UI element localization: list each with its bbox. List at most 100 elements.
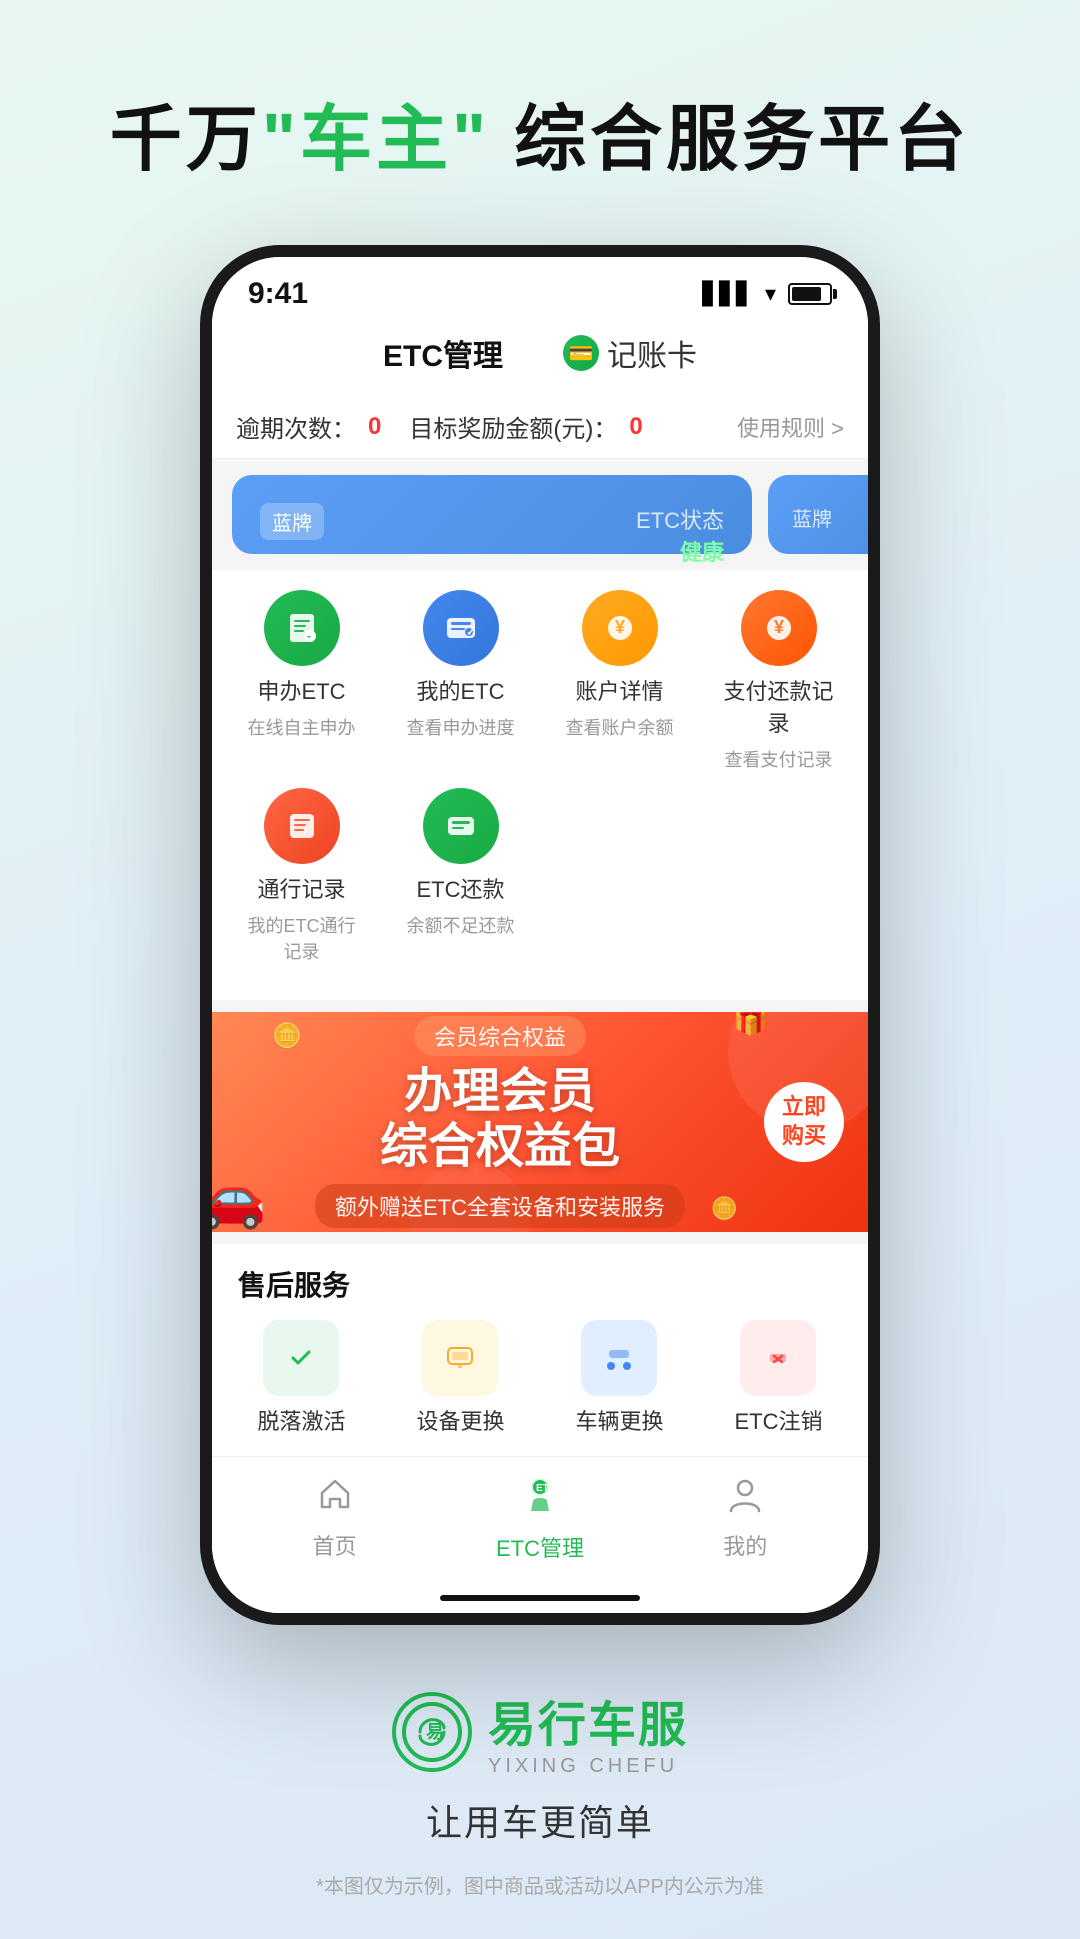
- card-status-label: ETC状态: [636, 503, 724, 535]
- apply-etc-icon: -: [264, 590, 340, 666]
- activation-label: 脱落激活: [257, 1404, 345, 1436]
- reward-amount: 0: [629, 413, 642, 441]
- service-row-1: - 申办ETC 在线自主申办: [222, 590, 858, 772]
- service-traffic-records[interactable]: 通行记录 我的ETC通行记录: [242, 788, 362, 964]
- service-name-my-etc: 我的ETC: [416, 674, 504, 706]
- home-indicator: [212, 1587, 868, 1613]
- brand-name-block: 易行车服 YIXING CHEFU: [488, 1685, 688, 1778]
- status-icons: ▋▋▋ ▾: [702, 281, 832, 307]
- brand-name-cn: 易行车服: [488, 1685, 688, 1755]
- cancellation-icon: [740, 1320, 816, 1396]
- aftersale-activation[interactable]: 脱落激活: [257, 1320, 345, 1436]
- banner-inner: 会员综合权益 办理会员 综合权益包 额外赠送ETC全套设备和安装服务 立即购买 …: [212, 1012, 868, 1232]
- svg-text:易: 易: [426, 1722, 444, 1742]
- nav-etc-mgmt[interactable]: ETC ETC管理: [480, 1473, 600, 1563]
- service-my-etc[interactable]: ✓ 我的ETC 查看申办进度: [401, 590, 521, 772]
- banner-title: 办理会员 综合权益包: [236, 1064, 764, 1174]
- device-replace-label: 设备更换: [416, 1404, 504, 1436]
- service-account-detail[interactable]: ¥ 账户详情 查看账户余额: [560, 590, 680, 772]
- aftersale-cancellation[interactable]: ETC注销: [734, 1320, 822, 1436]
- reward-label: 目标奖励金额(元)：: [409, 409, 617, 444]
- brand-logo-icon: 易: [392, 1692, 472, 1772]
- aftersale-vehicle-replace[interactable]: 车辆更换: [575, 1320, 663, 1436]
- account-detail-icon: ¥: [582, 590, 658, 666]
- service-grid: - 申办ETC 在线自主申办: [212, 570, 868, 1000]
- card-status-value: 健康: [636, 535, 724, 567]
- nav-home[interactable]: 首页: [275, 1475, 395, 1561]
- alert-bar: 逾期次数： 0 目标奖励金额(元)： 0 使用规则 >: [212, 395, 868, 459]
- page-title: 千万"车主" 综合服务平台: [110, 80, 970, 185]
- brand-section: 易 易行车服 YIXING CHEFU 让用车更简单 *本图仅为示例，图中商品或…: [316, 1685, 764, 1939]
- service-name-repayment: ETC还款: [416, 872, 504, 904]
- overdue-label: 逾期次数：: [236, 409, 356, 444]
- status-time: 9:41: [248, 277, 308, 311]
- top-nav: ETC管理 💳 记账卡: [212, 321, 868, 395]
- service-desc-payment: 查看支付记录: [725, 746, 833, 772]
- brand-slogan: 让用车更简单: [426, 1794, 654, 1846]
- tab-etc-management[interactable]: ETC管理: [383, 331, 503, 375]
- card-scroll-area: 蓝牌 ETC状态 健康 藏Z·K5*** 招商客车记账卡：45645645745…: [212, 459, 868, 570]
- svg-text:-: -: [307, 629, 311, 643]
- service-desc-my-etc: 查看申办进度: [407, 714, 515, 740]
- activation-icon: [263, 1320, 339, 1396]
- aftersale-device-replace[interactable]: 设备更换: [416, 1320, 504, 1436]
- secondary-plate: 渝K: [792, 544, 868, 554]
- home-icon: [316, 1475, 354, 1523]
- aftersale-row: 脱落激活 设备更换: [222, 1320, 858, 1436]
- service-name-apply: 申办ETC: [257, 674, 345, 706]
- signal-icon: ▋▋▋: [702, 281, 753, 307]
- status-bar: 9:41 ▋▋▋ ▾: [212, 257, 868, 321]
- service-name-traffic: 通行记录: [257, 872, 345, 904]
- service-desc-traffic: 我的ETC通行记录: [242, 912, 362, 964]
- service-row-2: 通行记录 我的ETC通行记录 ETC还款 余额不: [222, 788, 858, 964]
- banner-tag: 会员综合权益: [414, 1016, 586, 1056]
- aftersale-title: 售后服务: [222, 1264, 858, 1320]
- brand-logo: 易 易行车服 YIXING CHEFU: [392, 1685, 688, 1778]
- card-header: 蓝牌 ETC状态 健康: [260, 503, 724, 567]
- etc-repayment-icon: [423, 788, 499, 864]
- wifi-icon: ▾: [765, 281, 776, 307]
- cancellation-label: ETC注销: [734, 1404, 822, 1436]
- service-apply-etc[interactable]: - 申办ETC 在线自主申办: [242, 590, 362, 772]
- svg-text:✓: ✓: [466, 628, 474, 639]
- nav-profile[interactable]: 我的: [685, 1475, 805, 1561]
- banner-subtitle: 额外赠送ETC全套设备和安装服务: [315, 1184, 685, 1228]
- etc-mgmt-icon: ETC: [519, 1473, 561, 1525]
- service-name-account: 账户详情: [575, 674, 663, 706]
- svg-text:ETC: ETC: [536, 1483, 556, 1494]
- traffic-records-icon: [264, 788, 340, 864]
- nav-profile-label: 我的: [723, 1529, 767, 1561]
- vehicle-replace-label: 车辆更换: [575, 1404, 663, 1436]
- service-desc-apply: 在线自主申办: [248, 714, 356, 740]
- phone-frame: 9:41 ▋▋▋ ▾ ETC管理 💳 记账卡: [200, 245, 880, 1625]
- svg-text:¥: ¥: [774, 617, 784, 637]
- member-banner[interactable]: 会员综合权益 办理会员 综合权益包 额外赠送ETC全套设备和安装服务 立即购买 …: [212, 1012, 868, 1232]
- service-name-payment: 支付还款记录: [719, 674, 839, 738]
- overdue-count: 0: [368, 413, 381, 441]
- coin-icon-1: 🪙: [272, 1022, 302, 1051]
- card-badge: 蓝牌: [260, 503, 324, 540]
- card-status: ETC状态 健康: [636, 503, 724, 567]
- secondary-badge: 蓝牌: [792, 503, 868, 532]
- my-etc-icon: ✓: [423, 590, 499, 666]
- payment-records-icon: ¥: [741, 590, 817, 666]
- service-desc-repayment: 余额不足还款: [407, 912, 515, 938]
- rules-link[interactable]: 使用规则 >: [737, 411, 844, 443]
- billing-card-icon: 💳: [563, 335, 599, 371]
- etc-card-primary[interactable]: 蓝牌 ETC状态 健康 藏Z·K5*** 招商客车记账卡：45645645745…: [232, 475, 752, 554]
- coin-icon-2: 🪙: [711, 1196, 738, 1222]
- home-bar: [440, 1595, 640, 1601]
- vehicle-replace-icon: [581, 1320, 657, 1396]
- profile-icon: [726, 1475, 764, 1523]
- service-desc-account: 查看账户余额: [566, 714, 674, 740]
- phone-screen: 9:41 ▋▋▋ ▾ ETC管理 💳 记账卡: [212, 257, 868, 1613]
- device-replace-icon: [422, 1320, 498, 1396]
- gift-icon-1: 🎁: [733, 1012, 768, 1037]
- tab-billing-card[interactable]: 💳 记账卡: [563, 331, 697, 375]
- bottom-nav: 首页 ETC ETC管理: [212, 1456, 868, 1587]
- brand-name-en: YIXING CHEFU: [488, 1755, 688, 1778]
- svg-text:¥: ¥: [615, 617, 625, 637]
- etc-card-secondary[interactable]: 蓝牌 渝K 招商客 OBU号: [768, 475, 868, 554]
- service-payment-records[interactable]: ¥ 支付还款记录 查看支付记录: [719, 590, 839, 772]
- service-etc-repayment[interactable]: ETC还款 余额不足还款: [401, 788, 521, 964]
